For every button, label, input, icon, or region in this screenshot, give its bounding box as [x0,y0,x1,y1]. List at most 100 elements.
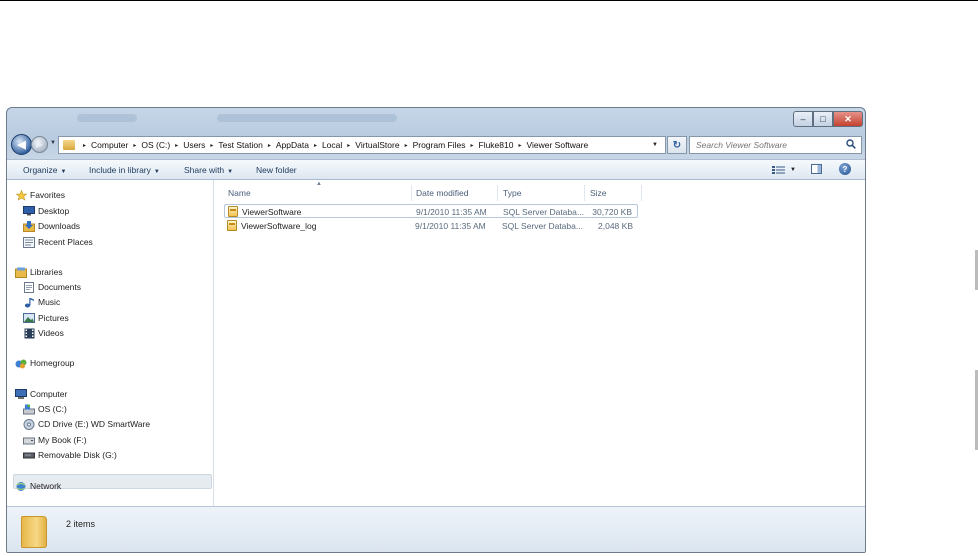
search-input[interactable] [696,138,841,152]
nav-label: Favorites [30,190,65,200]
nav-label: Videos [38,328,64,338]
breadcrumb-separator[interactable]: ▸ [175,142,178,149]
include-in-library-label: Include in library [89,165,151,175]
nav-os-c-drive[interactable]: OS (C:) [23,402,67,416]
nav-label: CD Drive (E:) WD SmartWare [38,419,151,429]
refresh-icon: ↻ [672,139,682,151]
nav-my-book-drive[interactable]: My Book (F:) [23,433,87,447]
minimize-button[interactable]: – [793,111,813,127]
column-divider[interactable] [641,185,642,201]
nav-desktop[interactable]: Desktop [23,204,69,218]
nav-label: Network [30,481,62,491]
homegroup-icon [15,358,27,369]
breadcrumb-separator[interactable]: ▸ [268,142,271,149]
column-header-size[interactable]: Size [590,188,607,198]
breadcrumb-test-station[interactable]: Test Station [218,140,262,150]
breadcrumb-separator[interactable]: ▸ [314,142,317,149]
breadcrumb-appdata[interactable]: AppData [276,140,309,150]
file-date-modified: 9/1/2010 11:35 AM [416,207,487,217]
change-view-icon[interactable] [772,165,786,177]
close-button[interactable]: ✕ [833,111,863,127]
breadcrumb-users[interactable]: Users [183,140,205,150]
column-header-type[interactable]: Type [503,188,521,198]
breadcrumb-separator[interactable]: ▸ [133,142,136,149]
include-in-library-button[interactable]: Include in library ▼ [89,165,160,175]
breadcrumb-local[interactable]: Local [322,140,342,150]
breadcrumb-separator[interactable]: ▸ [405,142,408,149]
nav-label: Removable Disk (G:) [38,450,117,460]
nav-label: Desktop [38,206,70,216]
breadcrumb-os-c[interactable]: OS (C:) [141,140,170,150]
documents-icon [23,281,35,293]
breadcrumb-separator[interactable]: ▸ [210,142,213,149]
breadcrumb: ▸ Computer ▸ OS (C:) ▸ Users ▸ Test Stat… [78,140,588,150]
nav-label: My Book (F:) [38,435,87,445]
search-box[interactable] [689,136,862,154]
view-options-dropdown[interactable]: ▼ [790,167,796,173]
chevron-down-icon: ▼ [60,169,67,175]
help-icon[interactable]: ? [839,163,851,175]
back-button[interactable]: ◀ [11,134,32,155]
nav-homegroup[interactable]: Homegroup [15,356,74,370]
breadcrumb-virtualstore[interactable]: VirtualStore [355,140,399,150]
file-type: SQL Server Databa... [502,221,583,231]
breadcrumb-program-files[interactable]: Program Files [413,140,466,150]
nav-music[interactable]: Music [23,295,60,309]
nav-label: Recent Places [38,237,93,247]
star-icon [15,189,27,201]
nav-pictures[interactable]: Pictures [23,311,69,325]
address-bar[interactable]: ▸ Computer ▸ OS (C:) ▸ Users ▸ Test Stat… [58,136,666,154]
forward-arrow-icon: ▶ [36,139,43,149]
details-pane: 2 items [7,506,865,552]
title-blur [77,114,137,122]
address-dropdown[interactable]: ▼ [652,142,658,148]
file-name: ViewerSoftware_log [241,221,317,231]
search-icon[interactable] [846,139,856,152]
nav-network[interactable]: Network [15,479,61,493]
network-icon [15,481,27,492]
file-date-modified: 9/1/2010 11:35 AM [415,221,486,231]
file-type: SQL Server Databa... [503,207,584,217]
recent-pages-dropdown[interactable]: ▼ [50,140,56,146]
breadcrumb-fluke810[interactable]: Fluke810 [479,140,514,150]
breadcrumb-separator[interactable]: ▸ [347,142,350,149]
breadcrumb-separator[interactable]: ▸ [518,142,521,149]
refresh-button[interactable]: ↻ [667,136,687,154]
recent-places-icon [23,236,35,248]
maximize-button[interactable]: □ [813,111,833,127]
column-header-name[interactable]: Name [228,188,251,198]
back-arrow-icon: ◀ [17,139,26,151]
column-divider[interactable] [411,185,412,201]
nav-documents[interactable]: Documents [23,280,81,294]
column-divider[interactable] [497,185,498,201]
file-row[interactable]: ViewerSoftware 9/1/2010 11:35 AM SQL Ser… [224,204,638,218]
music-icon [23,297,35,308]
cd-drive-icon [23,418,35,430]
file-size: 30,720 KB [592,207,632,217]
nav-downloads[interactable]: Downloads [23,219,80,233]
new-folder-button[interactable]: New folder [256,165,297,175]
videos-icon [23,328,35,339]
nav-removable-disk[interactable]: Removable Disk (G:) [23,448,117,462]
nav-libraries[interactable]: Libraries [15,265,63,279]
organize-button[interactable]: Organize ▼ [23,165,66,175]
breadcrumb-computer[interactable]: Computer [91,140,128,150]
breadcrumb-separator[interactable]: ▸ [83,142,86,149]
column-header-date-modified[interactable]: Date modified [416,188,468,198]
removable-disk-icon [23,450,35,461]
preview-pane-icon[interactable] [811,164,822,174]
nav-videos[interactable]: Videos [23,326,64,340]
nav-recent-places[interactable]: Recent Places [23,235,93,249]
nav-computer[interactable]: Computer [15,387,67,401]
folder-icon [63,140,75,150]
share-with-button[interactable]: Share with ▼ [184,165,233,175]
breadcrumb-viewer-software[interactable]: Viewer Software [526,140,588,150]
breadcrumb-separator[interactable]: ▸ [470,142,473,149]
command-bar: Organize ▼ Include in library ▼ Share with… [7,159,865,180]
file-row[interactable]: ViewerSoftware_log 9/1/2010 11:35 AM SQL… [224,219,638,233]
forward-button[interactable]: ▶ [31,136,48,153]
database-file-icon [228,206,238,217]
nav-cd-drive[interactable]: CD Drive (E:) WD SmartWare [23,417,150,431]
nav-favorites[interactable]: Favorites [15,188,65,202]
column-divider[interactable] [584,185,585,201]
